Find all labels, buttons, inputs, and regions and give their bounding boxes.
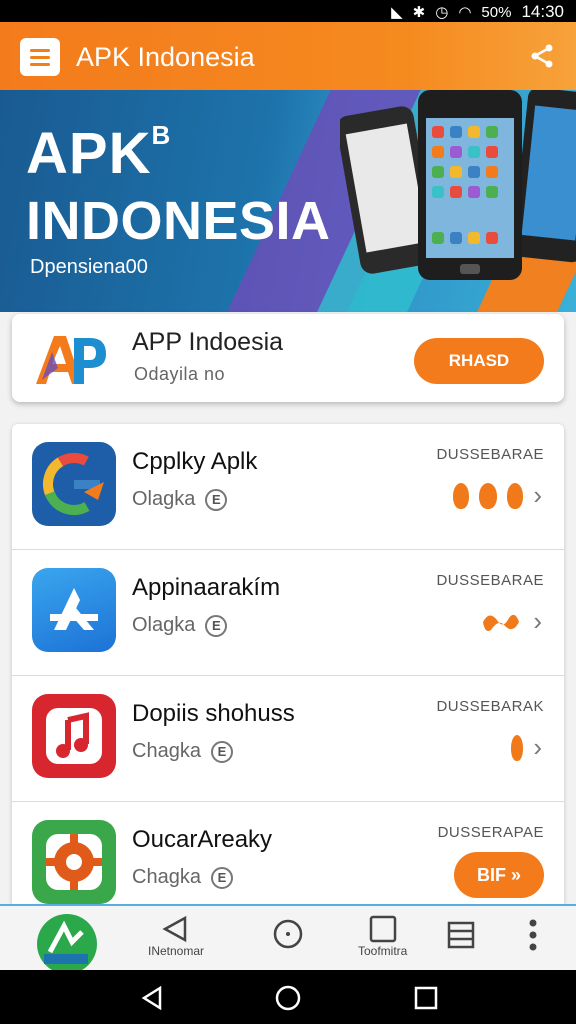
clock: 14:30 xyxy=(521,2,564,21)
nav-list-item[interactable] xyxy=(446,920,476,950)
share-icon[interactable] xyxy=(528,42,556,70)
featured-app-subtitle: Odayila no xyxy=(134,364,226,384)
hamburger-menu-icon[interactable] xyxy=(20,38,60,76)
app-subtitle: Chagka E xyxy=(132,740,233,763)
hero-title-suffix: B xyxy=(151,120,172,150)
alarm-icon: ◷ xyxy=(435,4,449,21)
app-title: APK Indonesia xyxy=(76,42,255,72)
appstore-icon xyxy=(32,568,116,652)
app-subtitle: Chagka E xyxy=(132,866,233,889)
hero-title-line2: INDONESIA xyxy=(26,191,331,251)
app-category: DUSSERAPAE xyxy=(437,824,544,841)
square-icon xyxy=(369,915,396,943)
bottom-navigation: INetnomar Toofmitra xyxy=(0,904,576,970)
music-icon xyxy=(32,694,116,778)
back-icon[interactable] xyxy=(138,984,166,1012)
featured-action-button[interactable]: RHASD xyxy=(414,338,544,384)
rating-badge: E xyxy=(205,614,228,637)
google-icon xyxy=(32,442,116,526)
home-logo-icon xyxy=(37,914,97,970)
nav-back-item[interactable]: INetnomar xyxy=(148,914,204,958)
app-list: Cpplky Aplk Olagka E DUSSEBARAE › Appinaa… xyxy=(12,424,564,904)
settings-gear-icon xyxy=(32,820,116,904)
list-icon xyxy=(447,921,475,949)
row-action[interactable]: › xyxy=(479,606,542,637)
featured-app-card[interactable]: APP Indoesia Odayila no RHASD xyxy=(12,314,564,402)
rating-badge: E xyxy=(210,740,233,763)
home-icon[interactable] xyxy=(274,984,302,1012)
triangle-back-icon xyxy=(162,915,187,943)
nav-square-item[interactable]: Toofmitra xyxy=(358,914,407,958)
install-button[interactable]: BIF » xyxy=(454,852,544,898)
hero-subtitle: Dpensiena00 xyxy=(30,256,148,278)
app-title: Cpplky Aplk xyxy=(132,448,258,475)
hero-title-line1: APKB xyxy=(26,120,172,186)
hero-banner[interactable]: APKB INDONESIA Dpensiena00 xyxy=(0,90,576,312)
recents-icon[interactable] xyxy=(412,984,440,1012)
app-category: DUSSEBARAK xyxy=(436,698,544,715)
app-title: OucarAreaky xyxy=(132,826,273,853)
app-subtitle: Olagka E xyxy=(132,614,228,637)
bluetooth-icon: ✱ xyxy=(412,4,426,21)
list-item[interactable]: OucarAreaky Chagka E DUSSERAPAE BIF » xyxy=(12,802,564,904)
status-bar: ◣ ✱ ◷ ◠ 50% 14:30 xyxy=(0,0,576,22)
nav-label: INetnomar xyxy=(148,944,205,958)
app-category: DUSSEBARAE xyxy=(436,572,544,589)
battery-level: 50% xyxy=(481,3,512,21)
row-action[interactable]: › xyxy=(511,732,542,763)
app-title: Dopiis shohuss xyxy=(132,700,295,727)
wifi-icon: ◠ xyxy=(458,4,472,21)
app-category: DUSSEBARAE xyxy=(436,446,544,463)
ap-logo-icon xyxy=(36,336,106,384)
system-navigation-bar xyxy=(0,970,576,1024)
rating-badge: E xyxy=(210,866,233,889)
circle-icon xyxy=(273,919,303,949)
more-options-icon[interactable] xyxy=(526,918,540,952)
featured-app-title: APP Indoesia xyxy=(132,328,284,356)
nav-home[interactable] xyxy=(36,912,98,970)
chevron-right-icon: › xyxy=(533,606,542,636)
list-item[interactable]: Dopiis shohuss Chagka E DUSSEBARAK › xyxy=(12,676,564,802)
phones-illustration xyxy=(340,90,576,280)
app-bar: APK Indonesia xyxy=(0,22,576,90)
chevron-right-icon: › xyxy=(533,732,542,762)
row-action[interactable]: › xyxy=(453,480,542,511)
notification-icon: ◣ xyxy=(391,4,403,21)
rating-badge: E xyxy=(205,488,228,511)
app-subtitle: Olagka E xyxy=(132,488,228,511)
list-item[interactable]: Appinaarakím Olagka E DUSSEBARAE › xyxy=(12,550,564,676)
chevron-right-icon: › xyxy=(533,480,542,510)
nav-circle-item[interactable] xyxy=(272,918,304,950)
nav-label: Toofmitra xyxy=(358,944,408,958)
list-item[interactable]: Cpplky Aplk Olagka E DUSSEBARAE › xyxy=(12,424,564,550)
app-title: Appinaarakím xyxy=(132,574,281,601)
